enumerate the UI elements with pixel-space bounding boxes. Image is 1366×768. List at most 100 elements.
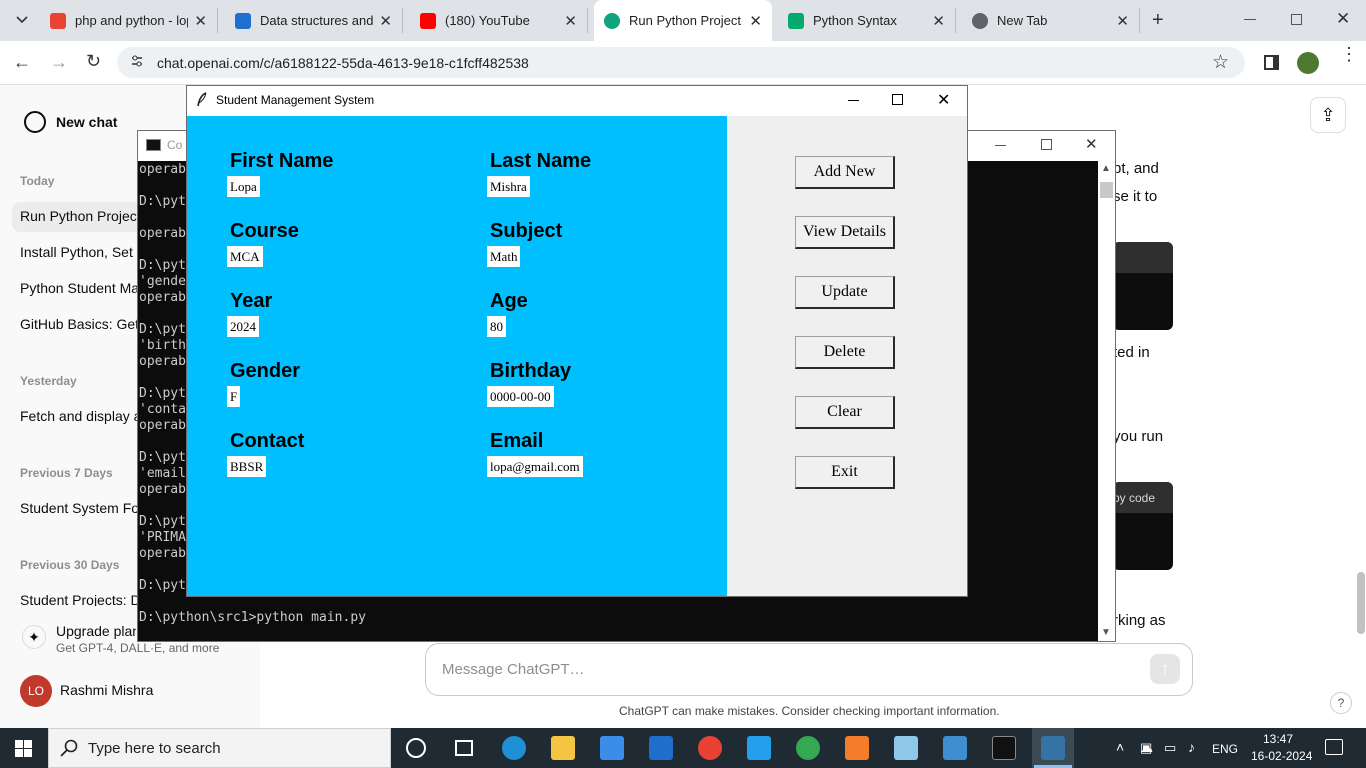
battery-icon[interactable]: ▭ — [1164, 740, 1176, 756]
browser-tab[interactable]: (180) YouTube ✕ — [410, 8, 588, 33]
restore-icon[interactable] — [1291, 14, 1302, 25]
console-title: Co — [167, 138, 183, 152]
contact-field[interactable]: BBSR — [227, 456, 267, 477]
app-title: Student Management System — [216, 93, 375, 107]
browser-tab[interactable]: Python Syntax ✕ — [778, 8, 956, 33]
course-field[interactable]: MCA — [227, 246, 263, 267]
chat-history-item[interactable]: GitHub Basics: Get — [20, 316, 139, 332]
windows-start-icon[interactable] — [15, 740, 32, 757]
cloud-icon[interactable]: ☁ — [1140, 740, 1153, 756]
exit-button[interactable]: Exit — [795, 456, 895, 489]
youtube-icon — [420, 12, 436, 29]
last-name-field[interactable]: Mishra — [487, 176, 530, 197]
browser-tab[interactable]: New Tab ✕ — [962, 8, 1140, 33]
edge-icon[interactable] — [502, 736, 526, 760]
share-icon[interactable]: ⇪ — [1310, 97, 1346, 133]
email-field[interactable]: lopa@gmail.com — [487, 456, 583, 477]
year-field[interactable]: 2024 — [227, 316, 259, 337]
user-name[interactable]: Rashmi Mishra — [60, 682, 153, 698]
back-arrow-icon[interactable]: ← — [13, 52, 31, 73]
console-line: D:\pyt — [139, 322, 186, 337]
scroll-up-icon[interactable]: ▲ — [1101, 163, 1111, 174]
chrome-profile-icon[interactable] — [796, 736, 820, 760]
tab-search-button[interactable] — [12, 10, 32, 30]
birthday-field[interactable]: 0000-00-00 — [487, 386, 554, 407]
file-explorer-icon[interactable] — [551, 736, 575, 760]
app-close-icon[interactable]: ✕ — [937, 90, 950, 110]
mail-icon[interactable] — [649, 736, 673, 760]
cortana-icon[interactable] — [406, 738, 426, 758]
volume-icon[interactable]: ♪ — [1188, 739, 1195, 755]
chat-history-item[interactable]: Python Student Ma — [20, 280, 139, 296]
console-close-icon[interactable]: ✕ — [1085, 135, 1098, 153]
user-avatar[interactable]: LO — [20, 675, 52, 707]
gmail-icon — [50, 12, 66, 29]
delete-button[interactable]: Delete — [795, 336, 895, 369]
notification-icon[interactable] — [1325, 739, 1343, 755]
clear-button[interactable]: Clear — [795, 396, 895, 429]
chat-history-item[interactable]: Student System Fo — [20, 500, 139, 516]
show-hidden-icons[interactable]: ˄ — [1116, 739, 1124, 755]
subject-label: Subject — [490, 220, 563, 242]
site-settings-icon[interactable] — [130, 54, 144, 68]
browser-tab[interactable]: php and python - lop ✕ — [40, 8, 218, 33]
close-tab-icon[interactable]: ✕ — [932, 12, 945, 30]
help-button[interactable]: ? — [1330, 692, 1352, 714]
close-tab-icon[interactable]: ✕ — [749, 12, 762, 30]
close-tab-icon[interactable]: ✕ — [194, 12, 207, 30]
add-new-button[interactable]: Add New — [795, 156, 895, 189]
command-prompt-icon[interactable] — [992, 736, 1016, 760]
language-indicator[interactable]: ENG — [1212, 742, 1238, 756]
profile-avatar[interactable] — [1297, 52, 1319, 74]
clock-date[interactable]: 16-02-2024 — [1251, 749, 1312, 763]
forward-arrow-icon[interactable]: → — [50, 52, 68, 73]
new-chat-button[interactable]: New chat — [56, 114, 117, 130]
clock-time[interactable]: 13:47 — [1263, 732, 1293, 746]
reload-icon[interactable]: ↻ — [86, 51, 101, 72]
side-panel-icon[interactable] — [1264, 55, 1279, 70]
browser-menu-icon[interactable]: ⋮ — [1340, 45, 1358, 63]
close-tab-icon[interactable]: ✕ — [564, 12, 577, 30]
chat-history-item[interactable]: Run Python Project — [20, 208, 141, 224]
close-window-icon[interactable]: ✕ — [1336, 9, 1350, 29]
console-maximize-icon[interactable] — [1041, 139, 1052, 150]
microsoft-store-icon[interactable] — [600, 736, 624, 760]
chat-history-item[interactable]: Install Python, Set F — [20, 244, 145, 260]
browser-tab[interactable]: Data structures and A ✕ — [225, 8, 403, 33]
send-button[interactable]: ↑ — [1150, 654, 1180, 684]
update-button[interactable]: Update — [795, 276, 895, 309]
console-line: operab — [139, 162, 186, 177]
chrome-taskbar-icon[interactable] — [698, 736, 722, 760]
age-field[interactable]: 80 — [487, 316, 506, 337]
close-tab-icon[interactable]: ✕ — [1116, 12, 1129, 30]
first-name-field[interactable]: Lopa — [227, 176, 260, 197]
course-label: Course — [230, 220, 299, 242]
browser-tab-active[interactable]: Run Python Project S ✕ — [594, 0, 772, 41]
control-panel-icon[interactable] — [943, 736, 967, 760]
close-tab-icon[interactable]: ✕ — [379, 12, 392, 30]
xampp-icon[interactable] — [845, 736, 869, 760]
app-minimize-icon[interactable] — [848, 100, 859, 101]
chat-history-item[interactable]: Fetch and display a — [20, 408, 141, 424]
scroll-down-icon[interactable]: ▼ — [1101, 627, 1111, 638]
python-icon[interactable] — [1041, 736, 1065, 760]
console-scrollbar[interactable] — [1098, 161, 1115, 641]
console-line: 'conta — [139, 402, 186, 417]
new-tab-button[interactable]: + — [1152, 9, 1164, 32]
minimize-icon[interactable] — [1244, 19, 1256, 20]
sparkle-icon: ✦ — [22, 625, 46, 649]
task-view-icon[interactable] — [455, 740, 473, 756]
notepad-icon[interactable] — [894, 736, 918, 760]
app-maximize-icon[interactable] — [892, 94, 903, 105]
vscode-icon[interactable] — [747, 736, 771, 760]
page-scrollbar-thumb[interactable] — [1357, 572, 1365, 634]
gender-field[interactable]: F — [227, 386, 241, 407]
console-minimize-icon[interactable] — [995, 145, 1006, 146]
subject-field[interactable]: Math — [487, 246, 521, 267]
view-details-button[interactable]: View Details — [795, 216, 895, 249]
copy-code-button[interactable]: py code — [1113, 491, 1155, 505]
bookmark-star-icon[interactable]: ☆ — [1212, 51, 1229, 74]
upgrade-plan-button[interactable]: Upgrade plan — [56, 623, 136, 639]
chat-history-item[interactable]: Student Projects: D — [20, 592, 141, 606]
console-scroll-thumb[interactable] — [1100, 182, 1113, 198]
